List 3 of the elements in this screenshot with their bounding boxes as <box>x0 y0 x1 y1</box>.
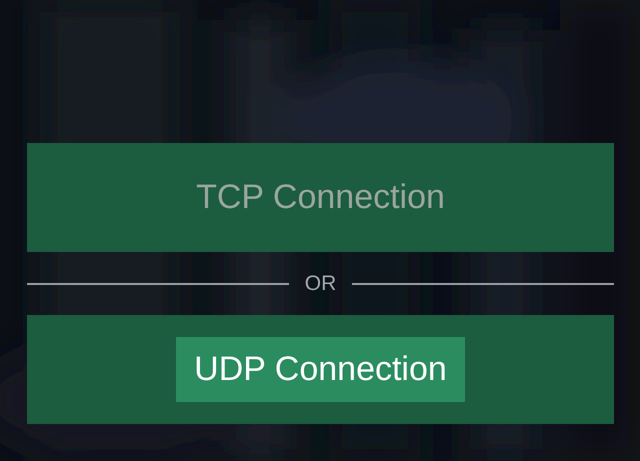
connection-button[interactable]: TCP Connection <box>27 143 614 252</box>
connection-button[interactable]: UDP Connection <box>27 315 614 424</box>
separator-label: OR <box>304 272 336 296</box>
